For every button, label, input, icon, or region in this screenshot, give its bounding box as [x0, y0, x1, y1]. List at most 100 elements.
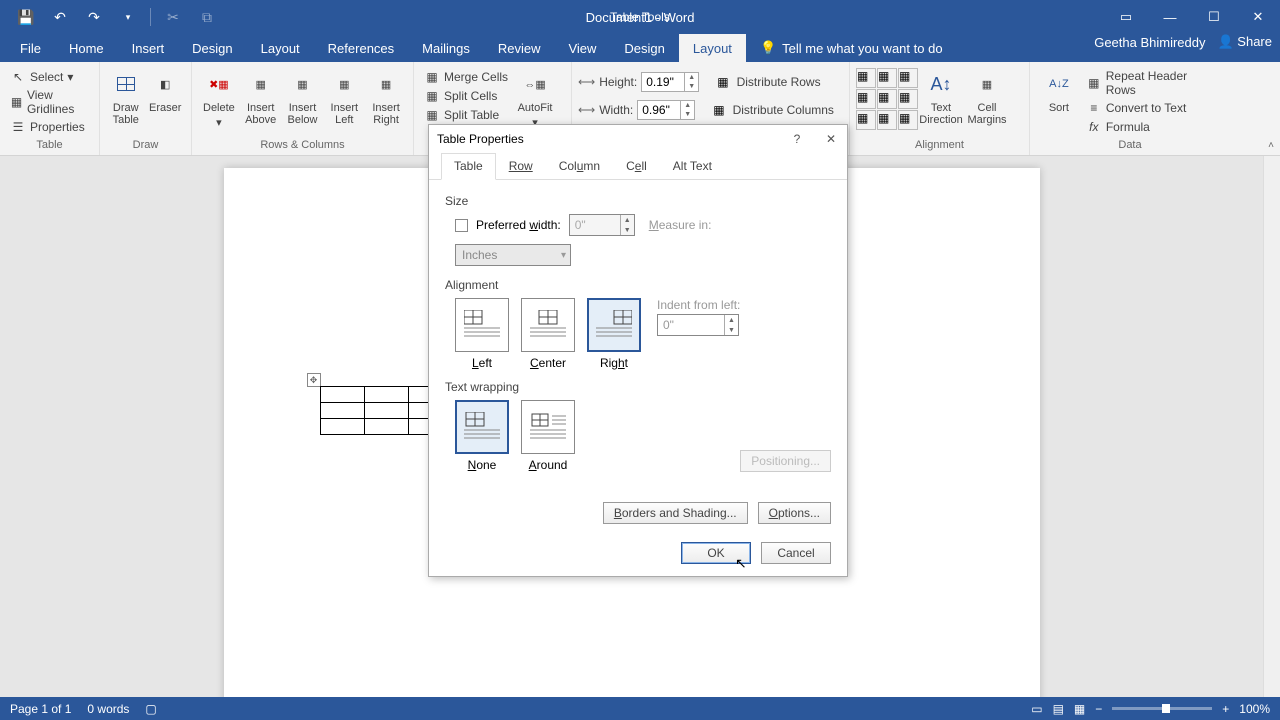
cancel-button[interactable]: Cancel: [761, 542, 831, 564]
width-input[interactable]: 0.96"▲▼: [637, 100, 695, 120]
close-icon[interactable]: ✕: [1236, 2, 1280, 32]
preferred-width-input[interactable]: 0"▲▼: [569, 214, 635, 236]
dialog-tab-alttext[interactable]: Alt Text: [660, 153, 725, 180]
view-gridlines-button[interactable]: ▦View Gridlines: [6, 87, 93, 117]
tab-table-layout[interactable]: Layout: [679, 34, 746, 62]
minimize-icon[interactable]: —: [1148, 2, 1192, 32]
draw-table-button[interactable]: Draw Table: [106, 64, 146, 126]
wrap-none-option[interactable]: [455, 400, 509, 454]
dialog-tab-cell[interactable]: Cell: [613, 153, 660, 180]
page-indicator[interactable]: Page 1 of 1: [10, 702, 71, 716]
word-count[interactable]: 0 words: [87, 702, 129, 716]
maximize-icon[interactable]: ☐: [1192, 2, 1236, 32]
copy-icon[interactable]: ⧉: [191, 3, 223, 31]
ribbon-options-icon[interactable]: ▭: [1104, 2, 1148, 32]
align-ml-button[interactable]: ▦: [856, 89, 876, 109]
tab-file[interactable]: File: [6, 34, 55, 62]
options-button[interactable]: Options...: [758, 502, 831, 524]
align-mc-button[interactable]: ▦: [877, 89, 897, 109]
tab-view[interactable]: View: [554, 34, 610, 62]
insert-right-button[interactable]: ▦Insert Right: [365, 64, 407, 126]
properties-icon: ☰: [10, 119, 26, 135]
tab-review[interactable]: Review: [484, 34, 555, 62]
eraser-button[interactable]: ◧Eraser: [146, 64, 186, 114]
select-button[interactable]: ↖Select ▾: [6, 68, 93, 86]
cell-margins-button[interactable]: ▦Cell Margins: [964, 64, 1010, 126]
align-right-option[interactable]: [587, 298, 641, 352]
print-layout-icon[interactable]: ▤: [1053, 702, 1064, 716]
preferred-width-checkbox[interactable]: [455, 219, 468, 232]
insert-below-button[interactable]: ▦Insert Below: [282, 64, 324, 126]
autofit-button[interactable]: ⇔▦AutoFit▾: [512, 64, 558, 129]
align-center-option[interactable]: [521, 298, 575, 352]
undo-icon[interactable]: ↶: [44, 3, 76, 31]
align-left-option[interactable]: [455, 298, 509, 352]
save-icon[interactable]: 💾: [10, 3, 42, 31]
zoom-in-icon[interactable]: +: [1222, 702, 1229, 716]
help-icon[interactable]: ?: [785, 132, 809, 146]
tell-me-search[interactable]: 💡 Tell me what you want to do: [746, 34, 943, 62]
align-bl-button[interactable]: ▦: [856, 110, 876, 130]
table-move-handle-icon[interactable]: ✥: [307, 373, 321, 387]
merge-cells-button[interactable]: ▦Merge Cells: [420, 68, 512, 86]
insert-above-button[interactable]: ▦Insert Above: [240, 64, 282, 126]
align-bc-button[interactable]: ▦: [877, 110, 897, 130]
tab-home[interactable]: Home: [55, 34, 118, 62]
tab-design[interactable]: Design: [178, 34, 246, 62]
cut-icon[interactable]: ✂: [157, 3, 189, 31]
tab-mailings[interactable]: Mailings: [408, 34, 484, 62]
zoom-level[interactable]: 100%: [1239, 702, 1270, 716]
tab-references[interactable]: References: [314, 34, 408, 62]
borders-shading-button[interactable]: Borders and Shading...: [603, 502, 748, 524]
split-cells-button[interactable]: ▦Split Cells: [420, 87, 512, 105]
dialog-titlebar[interactable]: Table Properties ? ✕: [429, 125, 847, 153]
align-center-icon: [530, 310, 566, 340]
qat-dropdown-icon[interactable]: ▾: [112, 3, 144, 31]
vertical-scrollbar[interactable]: [1263, 156, 1280, 697]
group-label-data: Data: [1036, 139, 1224, 155]
delete-button[interactable]: ✖▦Delete▾: [198, 64, 240, 129]
dialog-tab-table[interactable]: Table: [441, 153, 496, 180]
insert-left-button[interactable]: ▦Insert Left: [323, 64, 365, 126]
zoom-out-icon[interactable]: −: [1095, 702, 1102, 716]
repeat-header-button[interactable]: ▦Repeat Header Rows: [1082, 68, 1224, 98]
dialog-tab-row[interactable]: Row: [496, 153, 546, 180]
share-button[interactable]: 👤 Share: [1217, 34, 1272, 50]
height-input[interactable]: 0.19"▲▼: [641, 72, 699, 92]
wrap-around-option[interactable]: [521, 400, 575, 454]
zoom-slider[interactable]: [1112, 707, 1212, 710]
indent-from-left-label: Indent from left:: [657, 298, 740, 312]
convert-text-button[interactable]: ≡Convert to Text: [1082, 99, 1224, 117]
align-tr-button[interactable]: ▦: [898, 68, 918, 88]
web-layout-icon[interactable]: ▦: [1074, 702, 1085, 716]
dialog-tab-column[interactable]: Column: [546, 153, 613, 180]
cursor-icon: ↖: [10, 69, 26, 85]
measure-in-combo[interactable]: Inches: [455, 244, 571, 266]
formula-button[interactable]: fxFormula: [1082, 118, 1224, 136]
group-label-table: Table: [6, 139, 93, 155]
user-name[interactable]: Geetha Bhimireddy: [1094, 35, 1205, 50]
formula-icon: fx: [1086, 119, 1102, 135]
split-table-button[interactable]: ▦Split Table: [420, 106, 512, 124]
ok-button[interactable]: OK: [681, 542, 751, 564]
tab-table-design[interactable]: Design: [610, 34, 678, 62]
properties-button[interactable]: ☰Properties: [6, 118, 93, 136]
close-icon[interactable]: ✕: [819, 132, 843, 146]
indent-from-left-input[interactable]: 0"▲▼: [657, 314, 739, 336]
read-mode-icon[interactable]: ▭: [1031, 702, 1042, 716]
align-mr-button[interactable]: ▦: [898, 89, 918, 109]
text-direction-button[interactable]: A↕Text Direction: [918, 64, 964, 126]
redo-icon[interactable]: ↷: [78, 3, 110, 31]
align-tc-button[interactable]: ▦: [877, 68, 897, 88]
align-br-button[interactable]: ▦: [898, 110, 918, 130]
distribute-rows-button[interactable]: Distribute Rows: [733, 74, 825, 90]
sort-button[interactable]: A↓ZSort: [1036, 64, 1082, 114]
spellcheck-icon[interactable]: ▢: [145, 702, 156, 716]
align-tl-button[interactable]: ▦: [856, 68, 876, 88]
preferred-width-label: Preferred width:: [476, 218, 561, 232]
tab-layout[interactable]: Layout: [247, 34, 314, 62]
insert-below-icon: ▦: [286, 68, 318, 100]
distribute-columns-button[interactable]: Distribute Columns: [729, 102, 838, 118]
collapse-ribbon-icon[interactable]: ˄: [1268, 140, 1274, 151]
tab-insert[interactable]: Insert: [118, 34, 179, 62]
